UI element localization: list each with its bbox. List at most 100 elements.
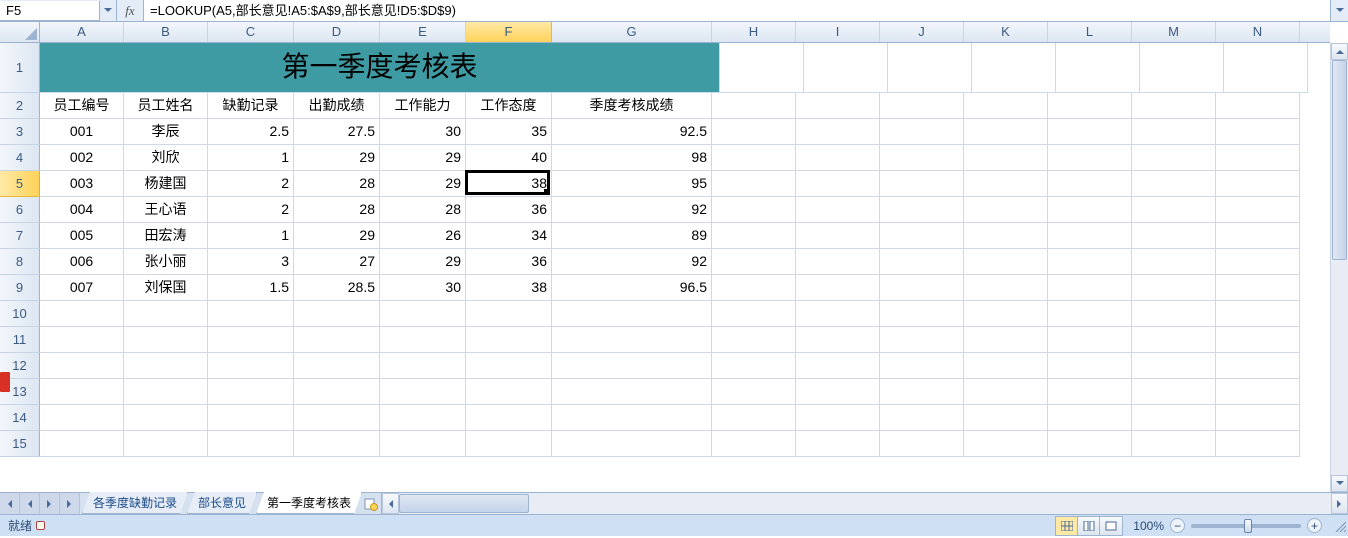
cell-I10[interactable] [796, 301, 880, 327]
cell-C4[interactable]: 1 [208, 145, 294, 171]
cell-B10[interactable] [124, 301, 208, 327]
cell-B11[interactable] [124, 327, 208, 353]
cell-E4[interactable]: 29 [380, 145, 466, 171]
cell-N10[interactable] [1216, 301, 1300, 327]
cell-J12[interactable] [880, 353, 964, 379]
cell-M8[interactable] [1132, 249, 1216, 275]
cell-B12[interactable] [124, 353, 208, 379]
cell-J14[interactable] [880, 405, 964, 431]
cell-M11[interactable] [1132, 327, 1216, 353]
cell-K6[interactable] [964, 197, 1048, 223]
row-header-2[interactable]: 2 [0, 93, 40, 119]
cell-M3[interactable] [1132, 119, 1216, 145]
column-header-F[interactable]: F [466, 22, 552, 42]
cell-M13[interactable] [1132, 379, 1216, 405]
cell-N15[interactable] [1216, 431, 1300, 457]
cell-B5[interactable]: 杨建国 [124, 171, 208, 197]
cell-C13[interactable] [208, 379, 294, 405]
cell-B15[interactable] [124, 431, 208, 457]
cell-G6[interactable]: 92 [552, 197, 712, 223]
cell-J13[interactable] [880, 379, 964, 405]
cell-D4[interactable]: 29 [294, 145, 380, 171]
cell-K15[interactable] [964, 431, 1048, 457]
column-header-E[interactable]: E [380, 22, 466, 42]
cell-L9[interactable] [1048, 275, 1132, 301]
cell-H11[interactable] [712, 327, 796, 353]
cell-L12[interactable] [1048, 353, 1132, 379]
column-header-N[interactable]: N [1216, 22, 1300, 42]
select-all-corner[interactable] [0, 22, 40, 43]
cell-G7[interactable]: 89 [552, 223, 712, 249]
cell-M14[interactable] [1132, 405, 1216, 431]
row-header-5[interactable]: 5 [0, 171, 40, 197]
cell-L2[interactable] [1048, 93, 1132, 119]
formula-input[interactable] [144, 0, 1330, 21]
cell-A9[interactable]: 007 [40, 275, 124, 301]
cell-A2[interactable]: 员工编号 [40, 93, 124, 119]
cell-L4[interactable] [1048, 145, 1132, 171]
cell-F9[interactable]: 38 [466, 275, 552, 301]
cell-J1[interactable] [888, 43, 972, 93]
cell-H1[interactable] [720, 43, 804, 93]
cell-N5[interactable] [1216, 171, 1300, 197]
cell-G13[interactable] [552, 379, 712, 405]
tab-nav-next[interactable] [40, 493, 60, 514]
cell-G3[interactable]: 92.5 [552, 119, 712, 145]
cell-D5[interactable]: 28 [294, 171, 380, 197]
cell-N9[interactable] [1216, 275, 1300, 301]
cell-K3[interactable] [964, 119, 1048, 145]
cell-N3[interactable] [1216, 119, 1300, 145]
zoom-level-label[interactable]: 100% [1133, 519, 1164, 533]
sheet-tab-0[interactable]: 各季度缺勤记录 [82, 492, 188, 514]
view-page-layout-button[interactable] [1078, 517, 1100, 535]
cell-D9[interactable]: 28.5 [294, 275, 380, 301]
formula-bar-expand[interactable] [1330, 0, 1348, 21]
cell-K5[interactable] [964, 171, 1048, 197]
row-header-3[interactable]: 3 [0, 119, 40, 145]
cell-C5[interactable]: 2 [208, 171, 294, 197]
cell-N2[interactable] [1216, 93, 1300, 119]
cell-J2[interactable] [880, 93, 964, 119]
cell-C11[interactable] [208, 327, 294, 353]
cell-E7[interactable]: 26 [380, 223, 466, 249]
cell-L5[interactable] [1048, 171, 1132, 197]
view-normal-button[interactable] [1056, 517, 1078, 535]
cell-A14[interactable] [40, 405, 124, 431]
zoom-slider-knob[interactable] [1244, 519, 1252, 533]
cell-J3[interactable] [880, 119, 964, 145]
cell-A5[interactable]: 003 [40, 171, 124, 197]
cell-H15[interactable] [712, 431, 796, 457]
cell-C15[interactable] [208, 431, 294, 457]
cell-H13[interactable] [712, 379, 796, 405]
cell-E6[interactable]: 28 [380, 197, 466, 223]
cell-F12[interactable] [466, 353, 552, 379]
horizontal-scrollbar[interactable] [381, 493, 1348, 514]
cell-A10[interactable] [40, 301, 124, 327]
cell-K2[interactable] [964, 93, 1048, 119]
column-header-B[interactable]: B [124, 22, 208, 42]
cell-G12[interactable] [552, 353, 712, 379]
cell-I8[interactable] [796, 249, 880, 275]
cell-N13[interactable] [1216, 379, 1300, 405]
cell-L7[interactable] [1048, 223, 1132, 249]
cell-N4[interactable] [1216, 145, 1300, 171]
column-header-M[interactable]: M [1132, 22, 1216, 42]
cell-N12[interactable] [1216, 353, 1300, 379]
sheet-tab-2[interactable]: 第一季度考核表 [256, 492, 362, 514]
cell-H12[interactable] [712, 353, 796, 379]
cell-H5[interactable] [712, 171, 796, 197]
row-header-6[interactable]: 6 [0, 197, 40, 223]
tab-nav-last[interactable] [60, 493, 80, 514]
cell-E14[interactable] [380, 405, 466, 431]
cell-M4[interactable] [1132, 145, 1216, 171]
cell-M15[interactable] [1132, 431, 1216, 457]
cell-L13[interactable] [1048, 379, 1132, 405]
cell-K12[interactable] [964, 353, 1048, 379]
cell-H10[interactable] [712, 301, 796, 327]
cell-J8[interactable] [880, 249, 964, 275]
scroll-left-button[interactable] [382, 493, 399, 514]
cell-N7[interactable] [1216, 223, 1300, 249]
row-header-10[interactable]: 10 [0, 301, 40, 327]
cell-J9[interactable] [880, 275, 964, 301]
cell-G4[interactable]: 98 [552, 145, 712, 171]
